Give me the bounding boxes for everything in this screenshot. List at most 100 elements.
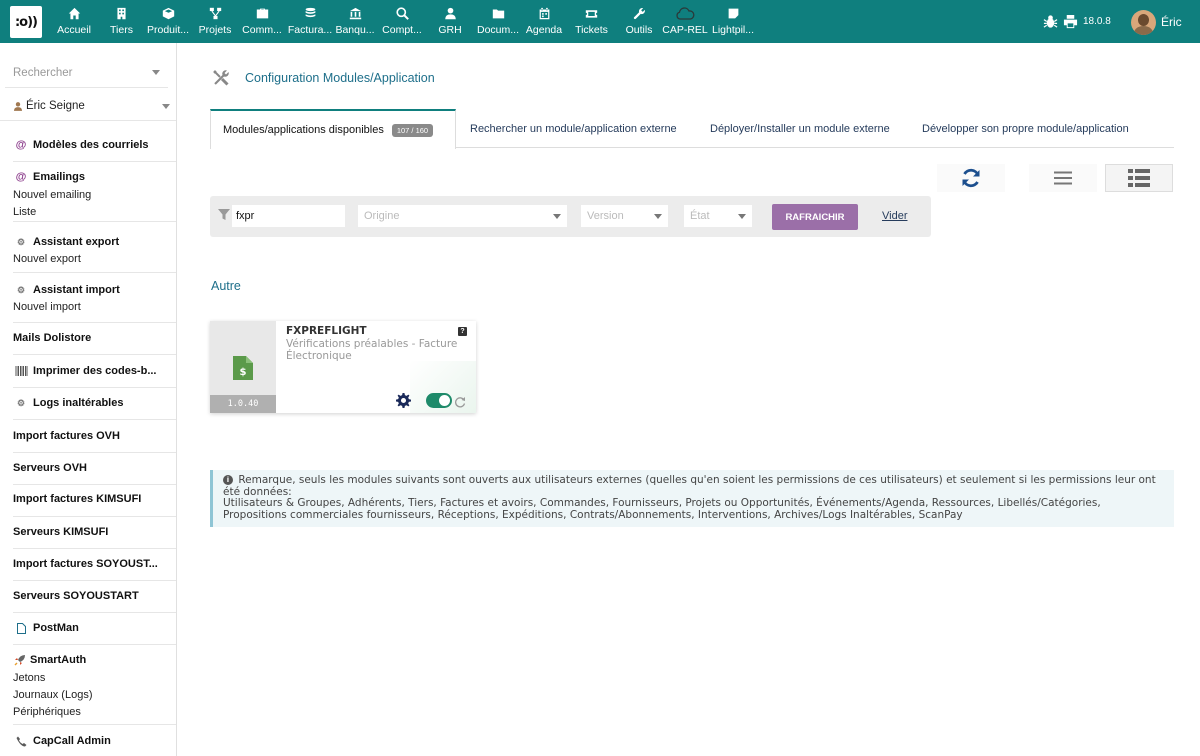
- briefcase-icon: [256, 7, 269, 20]
- menu-documents[interactable]: Docum...: [477, 0, 519, 43]
- help-icon[interactable]: ?: [458, 327, 467, 336]
- menu-agenda[interactable]: Agenda: [526, 0, 562, 43]
- calendar-icon: [538, 7, 551, 20]
- cloud-icon: [675, 6, 695, 20]
- sidebar-subitem[interactable]: Périphériques: [13, 706, 168, 718]
- version-select[interactable]: Version: [581, 205, 668, 227]
- sidebar-item-emailings[interactable]: @ Emailings Nouvel emailing Liste: [13, 171, 168, 218]
- search-dollar-icon: [395, 7, 409, 20]
- chevron-down-icon[interactable]: [152, 70, 160, 75]
- menu-lightpilot[interactable]: Lightpil...: [712, 0, 754, 43]
- menu-comptabilite[interactable]: Compt...: [382, 0, 422, 43]
- menu-tiers[interactable]: Tiers: [109, 0, 134, 43]
- menu-cap-rel[interactable]: CAP-REL: [662, 0, 708, 43]
- module-family-heading: Autre: [211, 279, 241, 293]
- printer-icon[interactable]: [1063, 14, 1078, 29]
- user-icon: [13, 101, 23, 111]
- invoice-icon: $: [233, 356, 253, 380]
- menu-projets[interactable]: Projets: [199, 0, 231, 43]
- menu-outils[interactable]: Outils: [625, 0, 653, 43]
- home-icon: [68, 7, 81, 20]
- sidebar-search-select[interactable]: Rechercher: [13, 67, 163, 79]
- tabs: Modules/applications disponibles 107 / 1…: [210, 109, 1174, 149]
- clear-filter-link[interactable]: Vider: [882, 210, 907, 222]
- sidebar-item-postman[interactable]: PostMan: [13, 622, 168, 634]
- user-name[interactable]: Éric: [1161, 15, 1182, 29]
- menu-tickets[interactable]: Tickets: [575, 0, 608, 43]
- chevron-down-icon: [654, 214, 662, 219]
- ticket-icon: [585, 7, 598, 20]
- notice-text: Remarque, seuls les modules suivants son…: [223, 474, 1156, 498]
- sidebar-item-import-factures-kimsufi[interactable]: Import factures KIMSUFI: [13, 493, 168, 505]
- state-select[interactable]: État: [684, 205, 752, 227]
- filter-icon: [218, 209, 230, 220]
- sidebar-item-mails-dolistore[interactable]: Mails Dolistore: [13, 332, 168, 344]
- sidebar-subitem[interactable]: Nouvel export: [13, 253, 168, 265]
- building-icon: [115, 7, 128, 20]
- wrench-icon: [633, 7, 646, 20]
- sidebar-item-import-factures-soyoustart[interactable]: Import factures SOYOUST...: [13, 558, 168, 570]
- refresh-view-button[interactable]: [937, 164, 1005, 192]
- sidebar-subitem[interactable]: Jetons: [13, 672, 168, 684]
- list-view-button[interactable]: [1029, 164, 1097, 192]
- notice-list-line2: Propositions commerciales fournisseurs, …: [223, 508, 963, 521]
- tools-icon: [213, 70, 229, 86]
- sidebar-subitem[interactable]: Nouvel emailing: [13, 189, 168, 201]
- sidebar-item-imprimer-codes-barres[interactable]: Imprimer des codes-b...: [13, 365, 168, 377]
- menu-banque[interactable]: Banqu...: [335, 0, 375, 43]
- top-menu-bar: :o)) Accueil Tiers Produit... Projets Co…: [0, 0, 1200, 43]
- module-version: 1.0.40: [210, 395, 276, 413]
- info-icon: i: [223, 475, 233, 485]
- page-title: Configuration Modules/Application: [245, 71, 435, 85]
- sidebar-user-select[interactable]: Éric Seigne: [13, 100, 85, 112]
- notice-list-line1: Utilisateurs & Groupes, Adhérents, Tiers…: [223, 497, 1101, 509]
- menu-facturation[interactable]: Factura...: [288, 0, 332, 43]
- folder-icon: [492, 7, 505, 20]
- chevron-down-icon[interactable]: [162, 104, 170, 109]
- sidebar-item-serveurs-kimsufi[interactable]: Serveurs KIMSUFI: [13, 526, 168, 538]
- tab-deployer-module-externe[interactable]: Déployer/Installer un module externe: [710, 109, 890, 148]
- tab-developper-module[interactable]: Développer son propre module/application: [922, 109, 1129, 148]
- menu-accueil[interactable]: Accueil: [57, 0, 91, 43]
- app-logo[interactable]: :o)): [10, 6, 42, 38]
- avatar[interactable]: [1131, 10, 1156, 35]
- search-input[interactable]: [232, 205, 345, 227]
- sidebar-item-smartauth[interactable]: SmartAuth Jetons Journaux (Logs) Périphé…: [13, 654, 168, 718]
- module-card-thumbnail: $ 1.0.40: [210, 321, 276, 413]
- sidebar-item-serveurs-ovh[interactable]: Serveurs OVH: [13, 462, 168, 474]
- tab-rechercher-module-externe[interactable]: Rechercher un module/application externe: [470, 109, 677, 148]
- left-sidebar: Rechercher Éric Seigne @ Modèles des cour…: [0, 43, 177, 756]
- menu-grh[interactable]: GRH: [438, 0, 462, 43]
- sidebar-item-logs-inalterables[interactable]: ⚙ Logs inaltérables: [13, 397, 168, 409]
- sidebar-item-assistant-import[interactable]: ⚙ Assistant import Nouvel import: [13, 284, 168, 313]
- refresh-button[interactable]: RAFRAICHIR: [772, 204, 858, 230]
- kanban-view-button[interactable]: [1105, 164, 1173, 192]
- gear-icon[interactable]: [396, 393, 411, 408]
- phone-icon: [13, 736, 29, 747]
- file-icon: [13, 622, 29, 634]
- reload-icon[interactable]: [454, 396, 466, 408]
- module-enable-toggle[interactable]: [426, 393, 452, 408]
- sidebar-item-import-factures-ovh[interactable]: Import factures OVH: [13, 430, 168, 442]
- bug-icon[interactable]: [1043, 14, 1058, 29]
- grid-list-icon: [1128, 169, 1150, 187]
- at-icon: @: [15, 139, 27, 151]
- sidebar-item-assistant-export[interactable]: ⚙ Assistant export Nouvel export: [13, 236, 168, 265]
- sidebar-item-capcall-admin[interactable]: CapCall Admin: [13, 735, 168, 747]
- sidebar-subitem[interactable]: Nouvel import: [13, 301, 168, 313]
- user-icon: [444, 7, 457, 20]
- menu-commercial[interactable]: Comm...: [242, 0, 282, 43]
- note-icon: [727, 7, 740, 20]
- sidebar-item-serveurs-soyoustart[interactable]: Serveurs SOYOUSTART: [13, 590, 168, 602]
- bank-icon: [349, 7, 362, 20]
- module-name: FXPREFLIGHT: [286, 325, 367, 337]
- at-icon: @: [15, 171, 27, 183]
- origin-select[interactable]: Origine: [358, 205, 567, 227]
- menu-produits[interactable]: Produit...: [147, 0, 189, 43]
- sidebar-subitem[interactable]: Journaux (Logs): [13, 689, 168, 701]
- sidebar-item-modeles-courriels[interactable]: @ Modèles des courriels: [13, 139, 168, 151]
- tab-modules-disponibles[interactable]: Modules/applications disponibles 107 / 1…: [210, 109, 456, 149]
- chevron-down-icon: [553, 214, 561, 219]
- modules-count-badge: 107 / 160: [391, 123, 434, 137]
- sidebar-subitem[interactable]: Liste: [13, 206, 168, 218]
